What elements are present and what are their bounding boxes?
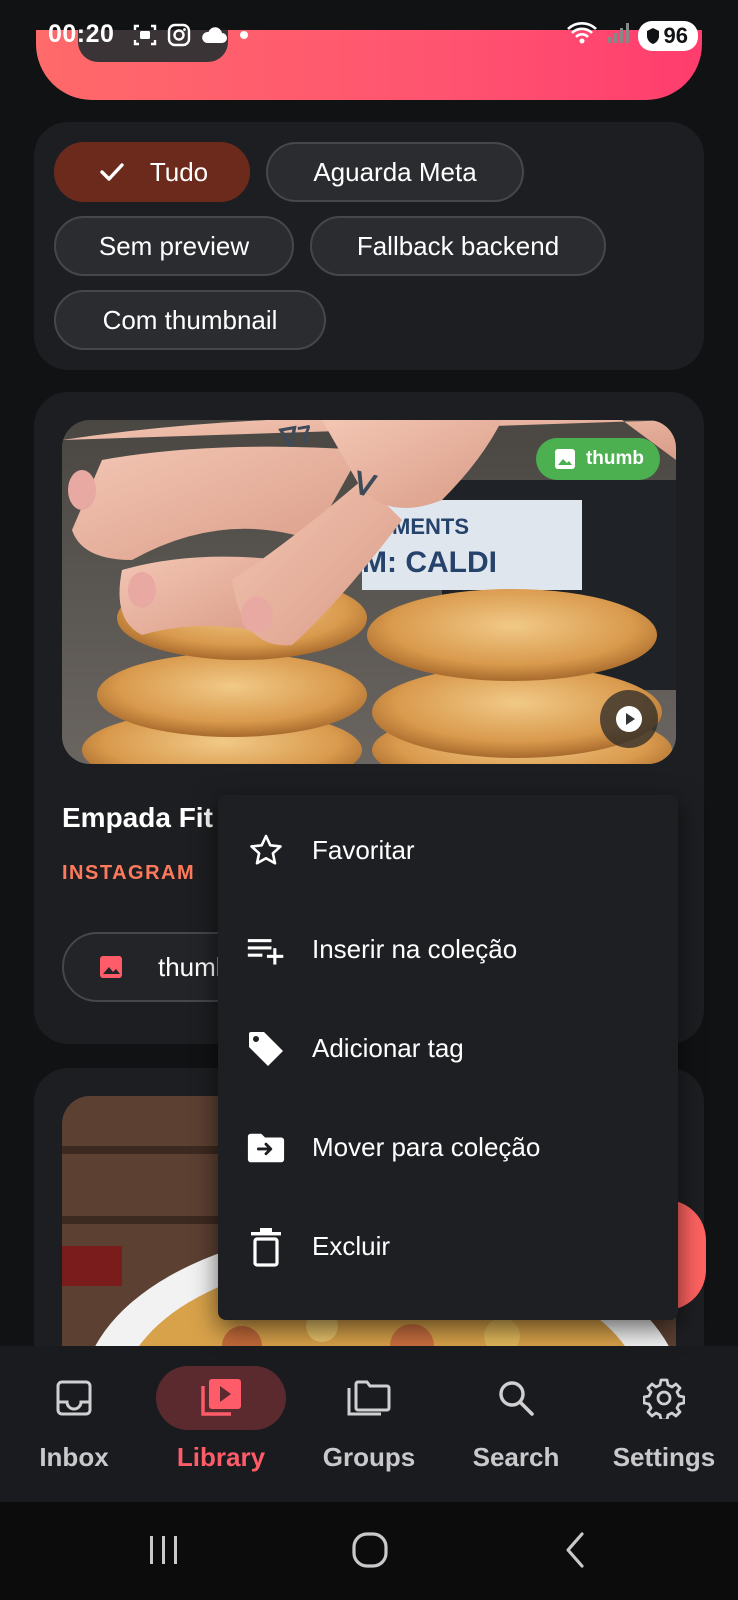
chip-label: Aguarda Meta	[313, 156, 477, 187]
screenshot-icon	[132, 22, 158, 53]
menu-item-label: Favoritar	[312, 835, 415, 865]
trash-icon	[246, 1227, 286, 1267]
nav-item-inbox[interactable]: Inbox	[0, 1346, 148, 1502]
filter-card: Tudo Aguarda Meta Sem preview Fallback b…	[34, 122, 704, 370]
filter-chip-aguarda-meta[interactable]: Aguarda Meta	[266, 142, 524, 202]
nav-item-settings[interactable]: Settings	[590, 1346, 738, 1502]
search-icon	[499, 1381, 534, 1416]
image-icon	[100, 956, 122, 978]
dot-icon	[236, 27, 252, 48]
status-bar: 00:20 96	[0, 0, 738, 72]
video-library-icon	[201, 1379, 241, 1416]
nav-item-groups[interactable]: Groups	[295, 1346, 443, 1502]
filter-chip-tudo[interactable]: Tudo	[54, 142, 250, 202]
signal-icon	[606, 21, 630, 50]
system-nav-bar	[0, 1502, 738, 1600]
status-icons-left	[132, 22, 252, 53]
svg-text:ᐁ7: ᐁ7	[277, 420, 315, 454]
menu-item-label: Inserir na coleção	[312, 934, 518, 964]
play-button[interactable]	[600, 690, 658, 748]
cloud-icon	[200, 24, 228, 51]
nav-label: Library	[176, 1442, 266, 1472]
battery-indicator: 96	[637, 20, 698, 51]
svg-text:MENTS: MENTS	[392, 514, 469, 539]
wifi-icon	[566, 20, 598, 51]
nav-label: Groups	[322, 1442, 416, 1472]
image-icon	[554, 449, 575, 469]
recent-apps-icon	[150, 1536, 177, 1564]
chip-label: Fallback backend	[356, 230, 560, 261]
filter-chip-fallback-backend[interactable]: Fallback backend	[310, 216, 606, 276]
filter-chip-sem-preview[interactable]: Sem preview	[54, 216, 294, 276]
menu-item-mover-para-colecao[interactable]: Mover para coleção	[218, 1098, 678, 1197]
folder-move-icon	[246, 1128, 286, 1168]
tag-icon	[246, 1029, 286, 1069]
menu-item-label: Mover para coleção	[312, 1132, 541, 1162]
back-button[interactable]	[556, 1530, 596, 1570]
chip-label: Sem preview	[98, 230, 250, 261]
battery-icon	[646, 27, 659, 44]
star-outline-icon	[246, 831, 286, 871]
home-button[interactable]	[350, 1530, 390, 1570]
check-icon	[96, 156, 128, 188]
gear-icon	[643, 1378, 685, 1419]
nav-item-search[interactable]: Search	[442, 1346, 590, 1502]
status-time: 00:20	[48, 20, 115, 48]
nav-label: Search	[472, 1442, 560, 1472]
menu-item-label: Adicionar tag	[312, 1033, 464, 1063]
play-circle-icon	[616, 706, 642, 732]
status-icons-right: 96	[566, 20, 698, 51]
folders-icon	[347, 1380, 391, 1416]
menu-item-adicionar-tag[interactable]: Adicionar tag	[218, 999, 678, 1098]
chip-label: Com thumbnail	[102, 304, 278, 335]
playlist-add-icon	[246, 930, 286, 970]
thumb-badge-label: thumb	[585, 448, 644, 469]
instagram-icon	[166, 22, 192, 53]
context-menu: Favoritar Inserir na coleção Adicionar t…	[218, 795, 678, 1320]
svg-text:M: CALDI: M: CALDI	[362, 546, 497, 579]
battery-level: 96	[663, 22, 688, 48]
filter-chip-com-thumbnail[interactable]: Com thumbnail	[54, 290, 326, 350]
bottom-nav: Inbox Library Groups Search Settings	[0, 1346, 738, 1502]
back-icon	[566, 1532, 584, 1568]
home-icon	[352, 1532, 388, 1568]
menu-item-label: Excluir	[312, 1231, 391, 1261]
chip-label: Tudo	[149, 156, 209, 187]
post-title: Empada Fit	[62, 802, 213, 833]
menu-item-excluir[interactable]: Excluir	[218, 1197, 678, 1296]
nav-label: Inbox	[39, 1442, 109, 1472]
thumb-badge: thumb	[535, 438, 660, 480]
post-source: INSTAGRAM	[62, 862, 196, 884]
menu-item-favoritar[interactable]: Favoritar	[218, 801, 678, 900]
post-thumbnail[interactable]: MENTS M: CALDI ᐁ7 ᐯ thumb	[62, 420, 676, 764]
recent-apps-button[interactable]	[144, 1530, 184, 1570]
menu-item-inserir-na-colecao[interactable]: Inserir na coleção	[218, 900, 678, 999]
nav-item-library[interactable]: Library	[147, 1346, 295, 1502]
nav-label: Settings	[612, 1442, 716, 1472]
inbox-icon	[56, 1380, 92, 1416]
